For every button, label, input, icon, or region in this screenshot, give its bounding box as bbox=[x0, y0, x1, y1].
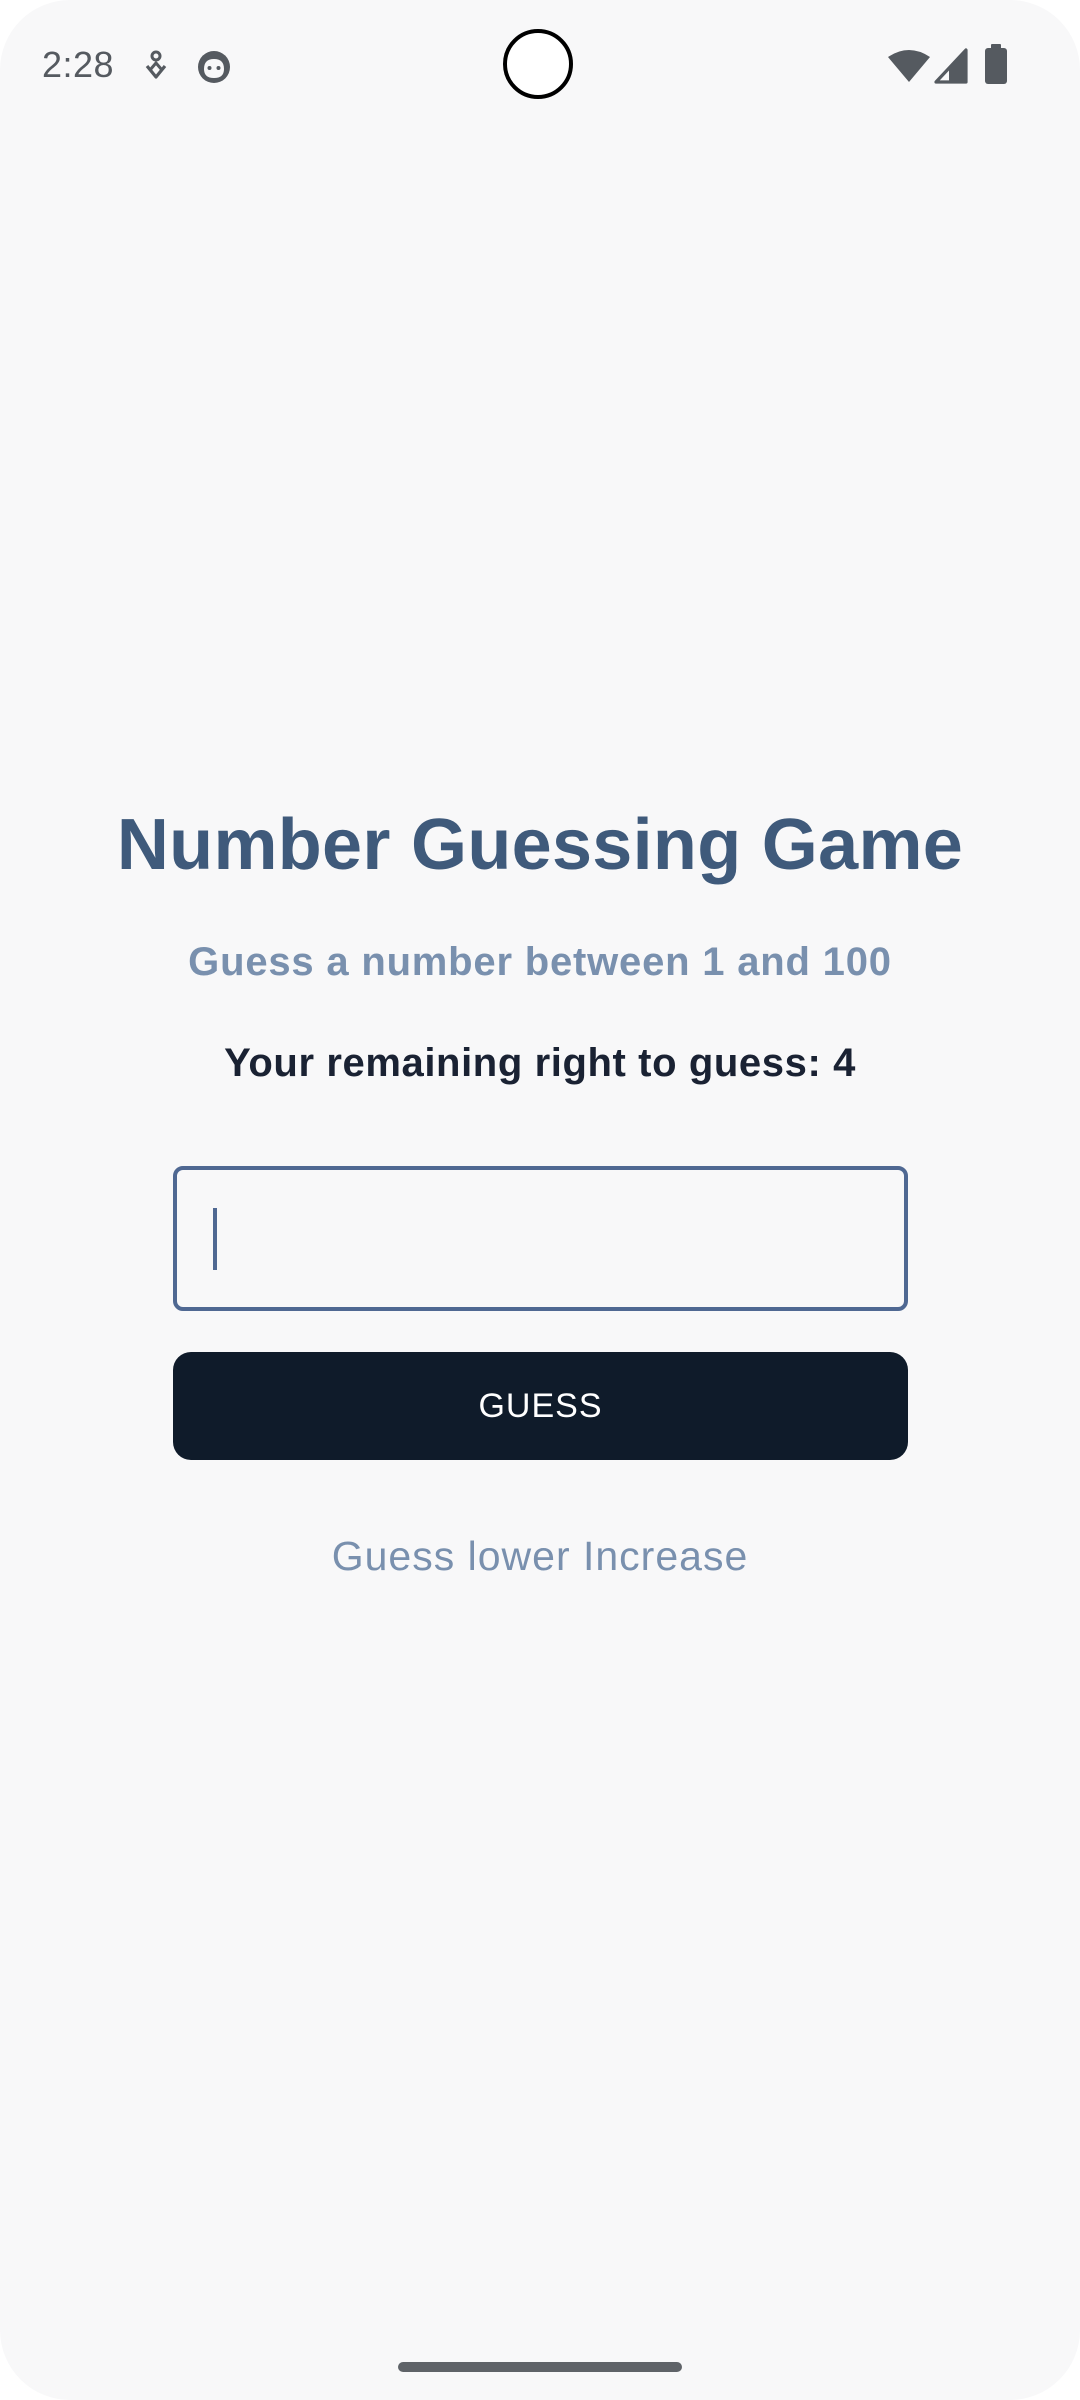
download-icon bbox=[145, 50, 167, 79]
remaining-guesses-text: Your remaining right to guess: 4 bbox=[224, 1041, 856, 1085]
face-icon bbox=[198, 51, 230, 83]
hint-text: Guess lower Increase bbox=[331, 1533, 749, 1579]
wifi-icon bbox=[888, 50, 930, 82]
signal-icon bbox=[934, 48, 968, 84]
camera-cutout bbox=[503, 29, 573, 99]
guess-number-input[interactable] bbox=[173, 1166, 908, 1311]
status-time: 2:28 bbox=[42, 44, 115, 85]
phone-screen: 2:28 Number Guessing Game Guess a number… bbox=[0, 0, 1080, 2400]
text-cursor bbox=[213, 1208, 217, 1270]
status-bar: 2:28 bbox=[0, 0, 1080, 130]
page-title: Number Guessing Game bbox=[116, 805, 964, 885]
battery-icon bbox=[985, 44, 1007, 84]
instructions-subtitle: Guess a number between 1 and 100 bbox=[188, 940, 892, 984]
gesture-navigation-bar[interactable] bbox=[398, 2362, 682, 2372]
guess-button[interactable]: GUESS bbox=[173, 1352, 908, 1460]
